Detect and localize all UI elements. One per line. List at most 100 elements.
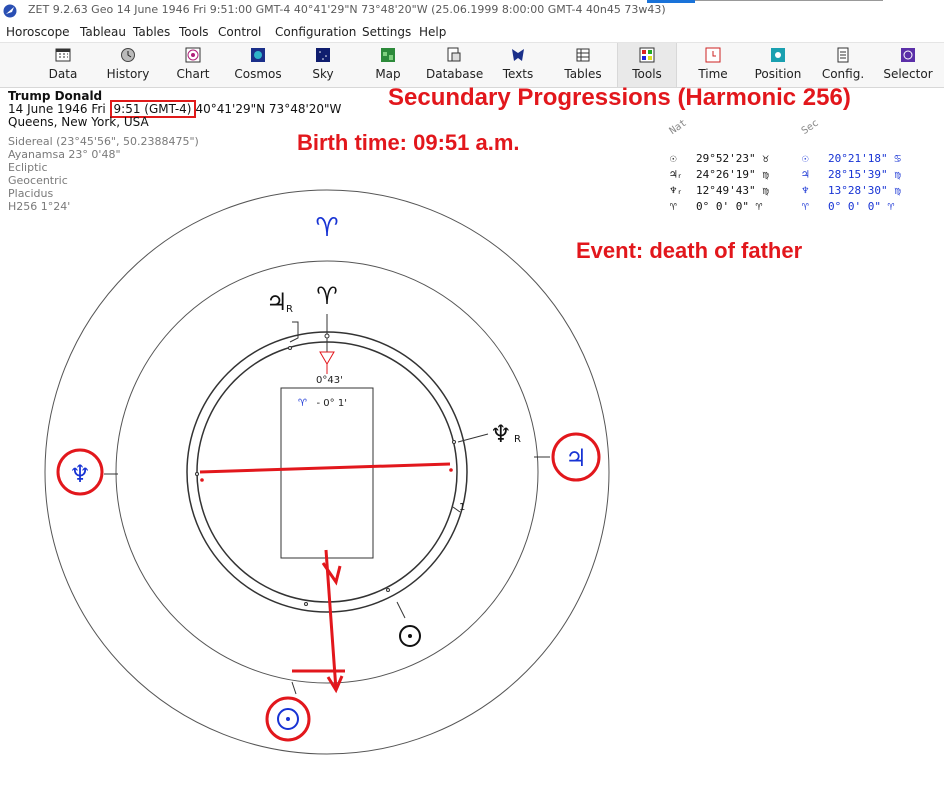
database-icon	[447, 47, 461, 62]
sun-sec-glyph	[277, 708, 299, 730]
sun-sec-center	[286, 717, 290, 721]
sun-sec-line	[291, 681, 297, 695]
legend-nat-value: 0° 0' 0" ♈	[696, 200, 763, 213]
config-icon	[837, 47, 849, 63]
legend-nat-glyph: ♈	[670, 200, 677, 213]
menu-settings[interactable]: Settings	[362, 25, 411, 39]
toolbar-map-button[interactable]: Map	[363, 43, 413, 87]
sun-natal-center	[408, 634, 412, 638]
toolbar-cosmos-button[interactable]: Cosmos	[233, 43, 283, 87]
middle-ring	[115, 260, 539, 684]
legend-nat-value: 12°49'43" ♍	[696, 184, 769, 197]
legend-sec-header: Sec	[799, 117, 821, 137]
position-icon	[771, 48, 785, 62]
jupiter-natal-glyph: ♃	[266, 288, 288, 316]
aries-outer-glyph: ♈	[315, 213, 338, 243]
toolbar-history-button[interactable]: History	[103, 43, 153, 87]
jupiter-natal-line	[289, 321, 299, 343]
outer-ring	[44, 189, 610, 755]
aries-marker	[324, 333, 330, 339]
sun-natal-line	[396, 601, 406, 619]
neptune-sec-highlight	[56, 448, 104, 496]
mc-degree-label: 0°43'	[316, 375, 343, 386]
central-info-box	[280, 387, 374, 559]
toolbar-config-button[interactable]: Config.	[818, 43, 868, 87]
legend-sec-glyph: ☉	[802, 152, 809, 165]
legend-sec-value: 28°15'39" ♍	[828, 168, 901, 181]
menu-control[interactable]: Control	[218, 25, 261, 39]
harmonic-line: H256 1°24'	[8, 200, 71, 213]
house-system-line: Placidus	[8, 187, 54, 200]
mc-red-marker	[319, 351, 335, 365]
legend-nat-glyph: ♃ᵣ	[670, 168, 684, 181]
toolbar-position-button[interactable]: Position	[752, 43, 804, 87]
house-number-label: 1	[459, 502, 466, 513]
menu-tables[interactable]: Tables	[133, 25, 170, 39]
time-icon	[705, 47, 721, 63]
neptune-retro-mark: R	[514, 434, 521, 445]
legend-sec-glyph: ♃	[802, 168, 809, 181]
annotation-event: Event: death of father	[576, 238, 803, 263]
jupiter-sec-glyph: ♃	[565, 444, 587, 472]
title-divider	[695, 0, 883, 1]
neptune-natal-line	[457, 433, 489, 443]
menu-bar: Horoscope Tableau Tables Tools Control C…	[0, 22, 944, 42]
toolbar-tools-button[interactable]: Tools	[617, 43, 677, 87]
house-cusp-dot	[304, 602, 308, 606]
title-accent-bar	[647, 0, 695, 3]
toolbar-data-button[interactable]: Data	[38, 43, 88, 87]
legend-nat-glyph: ♆ᵣ	[670, 184, 684, 197]
window-title: ZET 9.2.63 Geo 14 June 1946 Fri 9:51:00 …	[28, 3, 666, 16]
legend-nat-glyph: ☉	[670, 152, 677, 165]
annotation-birth-time: Birth time: 09:51 a.m.	[297, 130, 520, 155]
toolbar-chart-button[interactable]: Chart	[168, 43, 218, 87]
red-arrow-head	[326, 675, 344, 694]
toolbar-database-button[interactable]: Database	[426, 43, 483, 87]
sidereal-line: Sidereal (23°45'56", 50.2388475")	[8, 135, 199, 148]
neptune-natal-glyph: ♆	[490, 420, 512, 448]
geocentric-line: Geocentric	[8, 174, 68, 187]
toolbar-sky-button[interactable]: Sky	[298, 43, 348, 87]
toolbar-texts-button[interactable]: Texts	[493, 43, 543, 87]
menu-configuration[interactable]: Configuration	[275, 25, 356, 39]
aries-inner-glyph: ♈	[316, 282, 338, 310]
legend-nat-value: 24°26'19" ♍	[696, 168, 769, 181]
calendar-grid-icon	[55, 48, 71, 62]
menu-help[interactable]: Help	[419, 25, 446, 39]
central-box-value: - 0° 1'	[316, 398, 347, 409]
annotation-title: Secundary Progressions (Harmonic 256)	[388, 84, 851, 111]
map-icon	[381, 48, 395, 62]
sun-sec-highlight	[265, 696, 311, 742]
menu-tableau[interactable]: Tableau	[80, 25, 126, 39]
sun-natal-glyph	[399, 625, 421, 647]
birth-date: 14 June 1946 Fri	[8, 102, 106, 116]
menu-tools[interactable]: Tools	[179, 25, 209, 39]
toolbar-time-button[interactable]: Time	[688, 43, 738, 87]
ayanamsa-line: Ayanamsa 23° 0'48"	[8, 148, 121, 161]
selector-icon	[901, 48, 915, 62]
legend-sec-glyph: ♈	[802, 200, 809, 213]
aries-box-glyph: ♈	[298, 398, 307, 409]
cosmos-icon	[251, 48, 265, 62]
legend-sec-value: 0° 0' 0" ♈	[828, 200, 895, 213]
birth-coords: 40°41'29"N 73°48'20"W	[195, 102, 342, 116]
toolbar: Data History Chart Cosmos Sky Map Databa…	[0, 42, 944, 88]
neptune-natal-dot	[452, 440, 456, 444]
ecliptic-line: Ecliptic	[8, 161, 48, 174]
legend-nat-value: 29°52'23" ♉	[696, 152, 769, 165]
toolbar-tables-button[interactable]: Tables	[558, 43, 608, 87]
toolbar-selector-button[interactable]: Selector	[880, 43, 936, 87]
jupiter-retro-mark: R	[286, 304, 293, 315]
birth-time: 9:51 (GMT-4)	[113, 102, 192, 116]
legend-nat-header: Nat	[667, 117, 689, 137]
red-axis-dot-left	[200, 478, 204, 482]
chart-wheel-icon	[185, 47, 201, 63]
jupiter-natal-dot	[288, 346, 292, 350]
title-bar: ZET 9.2.63 Geo 14 June 1946 Fri 9:51:00 …	[0, 0, 944, 22]
central-box-label: ♈ - 0° 1'	[298, 398, 347, 409]
menu-horoscope[interactable]: Horoscope	[6, 25, 70, 39]
sky-icon	[316, 48, 330, 62]
legend-sec-value: 20°21'18" ♋	[828, 152, 901, 165]
position-legend: Nat Sec ☉ 29°52'23" ♉ ☉ 20°21'18" ♋ ♃ᵣ 2…	[667, 117, 944, 230]
chart-info-panel: Trump Donald 14 June 1946 Fri 9:51 (GMT-…	[8, 90, 342, 214]
